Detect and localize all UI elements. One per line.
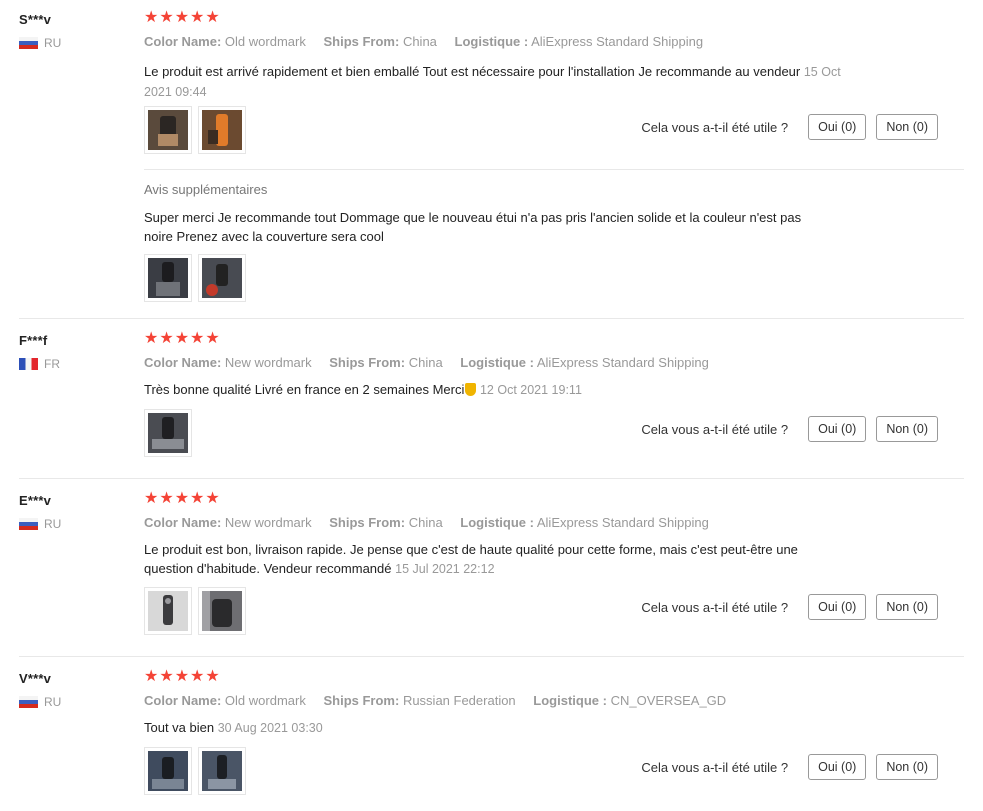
reviewer-name: E***v	[19, 493, 52, 508]
color-name-label: Color Name:	[144, 515, 222, 530]
helpful-no-button[interactable]: Non (0)	[876, 416, 938, 442]
helpful-section: Cela vous a-t-il été utile ? Oui (0) Non…	[641, 754, 938, 780]
review-text: Le produit est bon, livraison rapide. Je…	[144, 540, 844, 579]
review-photo[interactable]	[144, 747, 192, 795]
helpful-question: Cela vous a-t-il été utile ?	[641, 759, 789, 775]
helpful-section: Cela vous a-t-il été utile ? Oui (0) Non…	[641, 416, 938, 442]
star-rating: ★★★★★	[144, 668, 221, 685]
review-photo[interactable]	[144, 587, 192, 635]
ships-from-value: China	[408, 515, 443, 530]
logistics-label: Logistique :	[460, 355, 534, 370]
additional-review-text: Super merci Je recommande tout Dommage q…	[144, 210, 802, 244]
additional-reviews-heading: Avis supplémentaires	[144, 182, 268, 197]
review-divider	[19, 318, 964, 319]
color-name-value: Old wordmark	[224, 34, 306, 49]
country-code: RU	[44, 36, 62, 50]
ru-flag-icon	[19, 37, 38, 49]
review-text: Le produit est arrivé rapidement et bien…	[144, 62, 864, 102]
star-rating: ★★★★★	[144, 9, 221, 26]
helpful-yes-button[interactable]: Oui (0)	[808, 416, 867, 442]
reviewer-info: S***v RU	[19, 12, 61, 50]
review-attributes: Color Name: Old wordmark Ships From: Chi…	[144, 34, 703, 49]
emoji-icon	[465, 383, 477, 396]
country-code: RU	[44, 517, 62, 531]
ships-from-value: China	[402, 34, 437, 49]
review-divider	[19, 478, 964, 479]
reviewer-info: E***v RU	[19, 493, 61, 531]
ships-from-label: Ships From:	[329, 515, 406, 530]
reviewer-info: F***f FR	[19, 333, 60, 371]
review-text: Très bonne qualité Livré en france en 2 …	[144, 380, 864, 400]
ships-from-label: Ships From:	[329, 355, 406, 370]
helpful-no-button[interactable]: Non (0)	[876, 114, 938, 140]
helpful-section: Cela vous a-t-il été utile ? Oui (0) Non…	[641, 114, 938, 140]
helpful-section: Cela vous a-t-il été utile ? Oui (0) Non…	[641, 594, 938, 620]
logistics-value: AliExpress Standard Shipping	[536, 515, 709, 530]
ru-flag-icon	[19, 518, 38, 530]
reviewer-country: FR	[19, 357, 60, 371]
country-code: FR	[44, 357, 60, 371]
review-photos	[144, 747, 246, 795]
color-name-value: New wordmark	[224, 355, 312, 370]
review-text: Tout va bien 30 Aug 2021 03:30	[144, 718, 864, 738]
review-photo[interactable]	[144, 409, 192, 457]
reviewer-info: V***v RU	[19, 671, 61, 709]
review-attributes: Color Name: New wordmark Ships From: Chi…	[144, 355, 709, 370]
ships-from-value: Russian Federation	[402, 693, 516, 708]
review-photos	[144, 409, 192, 457]
helpful-yes-button[interactable]: Oui (0)	[808, 754, 867, 780]
helpful-no-button[interactable]: Non (0)	[876, 594, 938, 620]
reviewer-name: V***v	[19, 671, 52, 686]
ships-from-value: China	[408, 355, 443, 370]
review-text-content: Tout va bien	[144, 720, 215, 735]
logistics-value: CN_OVERSEA_GD	[610, 693, 727, 708]
star-rating: ★★★★★	[144, 490, 221, 507]
review-photo[interactable]	[198, 747, 246, 795]
review-text-content: Le produit est arrivé rapidement et bien…	[144, 64, 801, 79]
reviewer-name: F***f	[19, 333, 48, 348]
review-attributes: Color Name: Old wordmark Ships From: Rus…	[144, 693, 726, 708]
logistics-value: AliExpress Standard Shipping	[536, 355, 709, 370]
review-photos	[144, 587, 246, 635]
review-photo[interactable]	[144, 106, 192, 154]
helpful-no-button[interactable]: Non (0)	[876, 754, 938, 780]
logistics-label: Logistique :	[533, 693, 607, 708]
fr-flag-icon	[19, 358, 38, 370]
review-photo[interactable]	[144, 254, 192, 302]
helpful-yes-button[interactable]: Oui (0)	[808, 114, 867, 140]
ru-flag-icon	[19, 696, 38, 708]
additional-review-photos	[144, 254, 246, 302]
reviewer-country: RU	[19, 695, 61, 709]
helpful-question: Cela vous a-t-il été utile ?	[641, 421, 789, 437]
reviewer-country: RU	[19, 517, 61, 531]
divider	[144, 169, 964, 170]
review-date: 12 Oct 2021 19:11	[479, 383, 582, 397]
country-code: RU	[44, 695, 62, 709]
ships-from-label: Ships From:	[323, 693, 400, 708]
reviewer-country: RU	[19, 36, 61, 50]
color-name-value: Old wordmark	[224, 693, 306, 708]
star-rating: ★★★★★	[144, 330, 221, 347]
ships-from-label: Ships From:	[323, 34, 400, 49]
color-name-value: New wordmark	[224, 515, 312, 530]
review-photo[interactable]	[198, 106, 246, 154]
review-date: 30 Aug 2021 03:30	[217, 721, 323, 735]
logistics-label: Logistique :	[454, 34, 529, 49]
helpful-question: Cela vous a-t-il été utile ?	[641, 599, 789, 615]
color-name-label: Color Name:	[144, 355, 222, 370]
color-name-label: Color Name:	[144, 693, 222, 708]
review-photo[interactable]	[198, 254, 246, 302]
logistics-value: AliExpress Standard Shipping	[531, 34, 704, 49]
helpful-yes-button[interactable]: Oui (0)	[808, 594, 867, 620]
review-attributes: Color Name: New wordmark Ships From: Chi…	[144, 515, 709, 530]
review-divider	[19, 656, 964, 657]
review-photo[interactable]	[198, 587, 246, 635]
color-name-label: Color Name:	[144, 34, 222, 49]
review-text-content: Très bonne qualité Livré en france en 2 …	[144, 382, 465, 397]
reviewer-name: S***v	[19, 12, 52, 27]
logistics-label: Logistique :	[460, 515, 534, 530]
review-date: 15 Jul 2021 22:12	[395, 562, 495, 576]
review-photos	[144, 106, 246, 154]
helpful-question: Cela vous a-t-il été utile ?	[641, 119, 789, 135]
